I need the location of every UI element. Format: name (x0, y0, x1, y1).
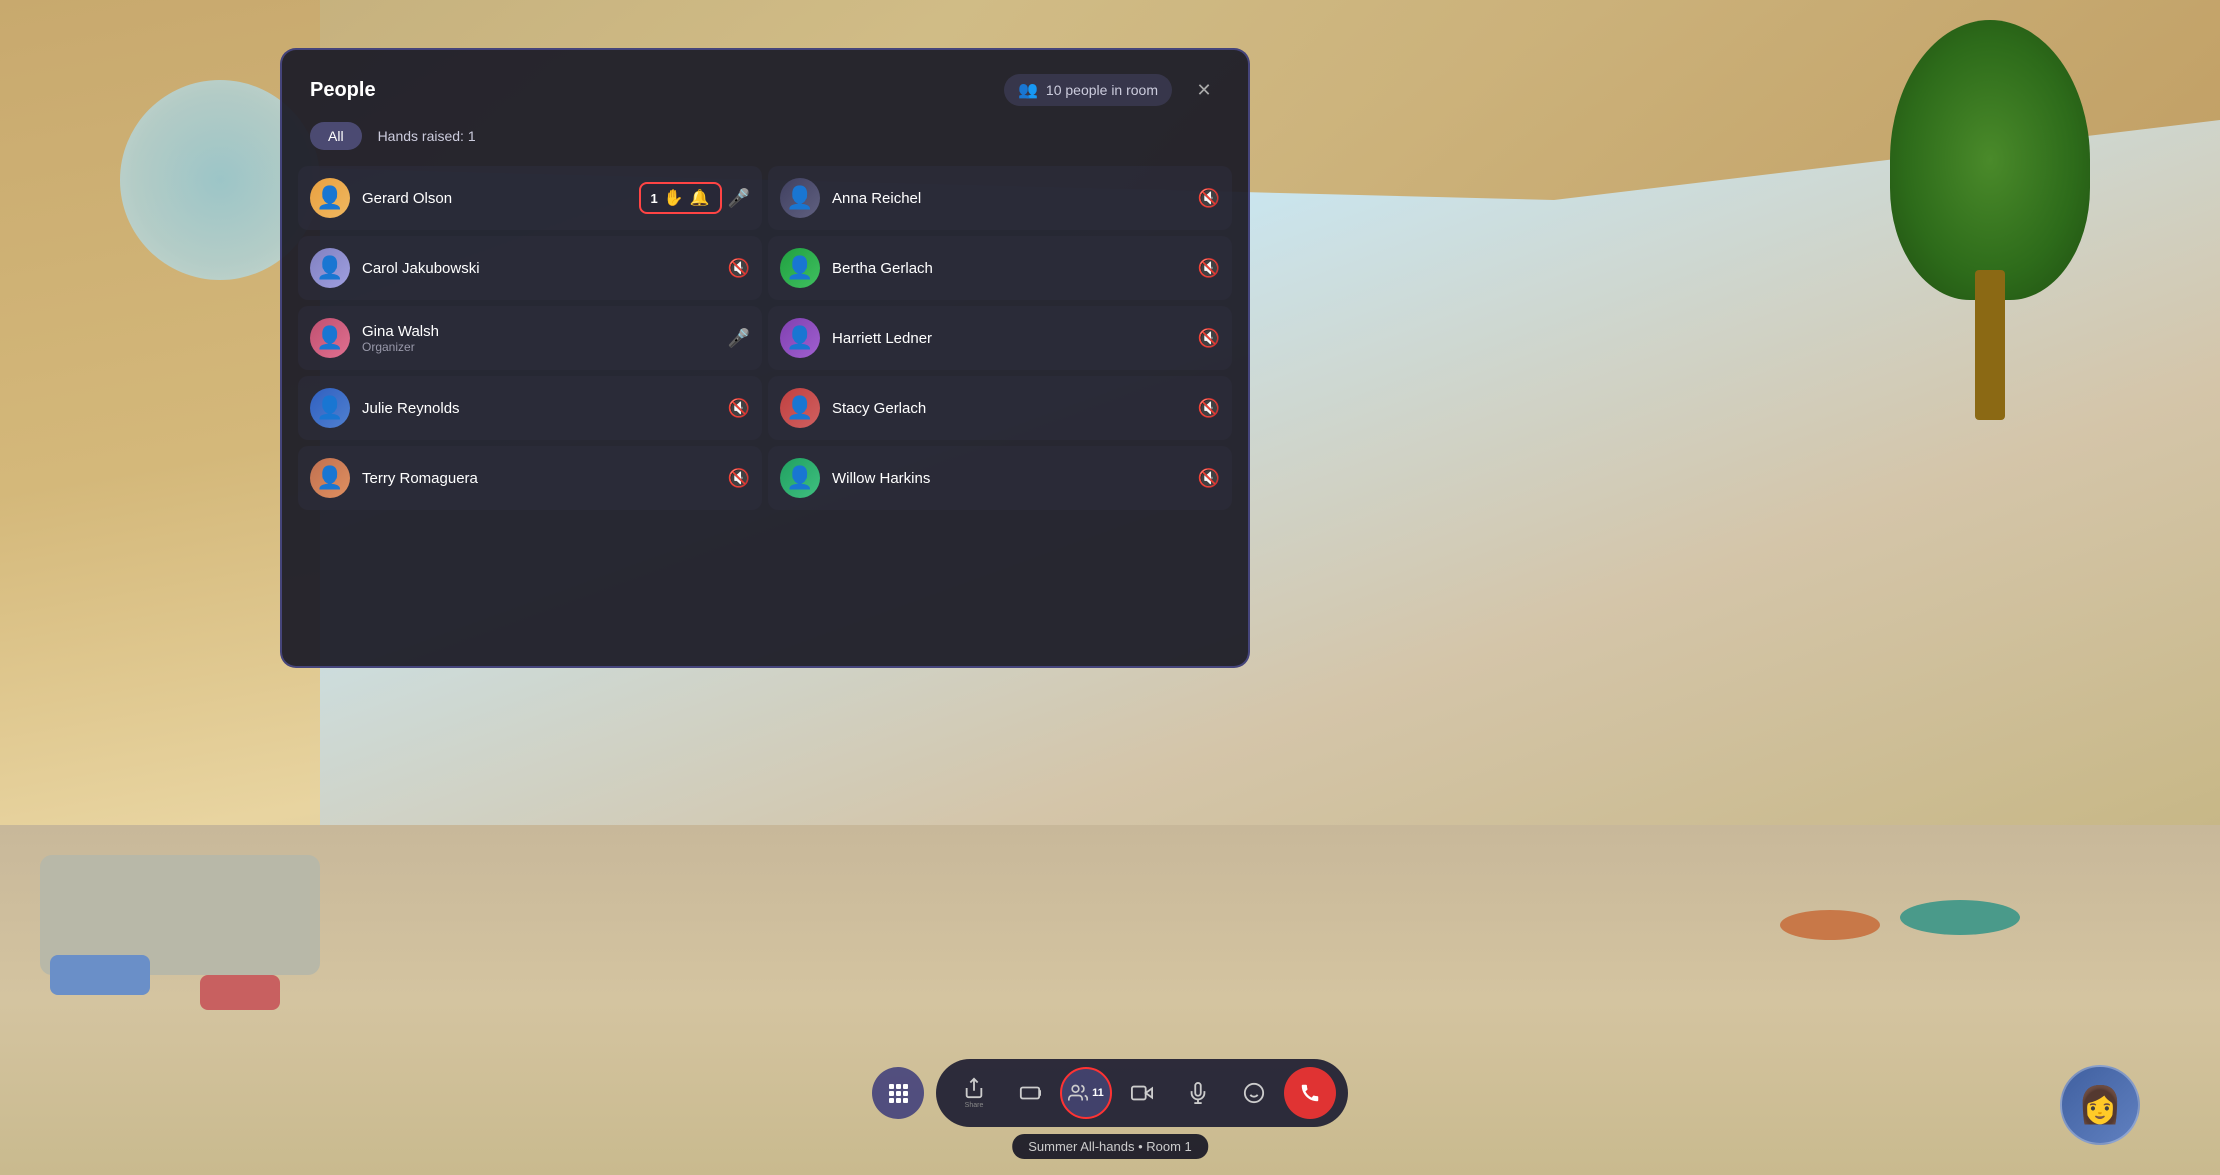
mic-off-icon-willow: 🔇 (1198, 468, 1220, 489)
person-name-gina: Gina Walsh (362, 323, 716, 340)
people-panel: People 👥 10 people in room ✕ All Hands r… (280, 48, 1250, 668)
avatar-gerard: 👤 (310, 178, 350, 218)
person-name-stacy: Stacy Gerlach (832, 400, 1186, 417)
person-name-gerard: Gerard Olson (362, 190, 627, 207)
mic-on-icon-gina: 🎤 (728, 328, 750, 349)
mic-off-icon-harriett: 🔇 (1198, 328, 1220, 349)
avatar-stacy: 👤 (780, 388, 820, 428)
bg-tree (1880, 20, 2100, 420)
hand-raised-box-gerard: 1 ✋ 🔔 (639, 182, 722, 214)
share-label: Share (965, 1102, 984, 1109)
react-button[interactable] (1228, 1067, 1280, 1119)
mic-off-icon-carol: 🔇 (728, 258, 750, 279)
person-info-stacy: Stacy Gerlach (832, 400, 1186, 417)
panel-header: People 👥 10 people in room ✕ (282, 50, 1248, 122)
person-row-willow[interactable]: 👤 Willow Harkins 🔇 (768, 446, 1232, 510)
avatar-julie: 👤 (310, 388, 350, 428)
panel-header-right: 👥 10 people in room ✕ (1004, 74, 1220, 106)
person-row-carol[interactable]: 👤 Carol Jakubowski 🔇 (298, 236, 762, 300)
apps-button[interactable] (872, 1067, 924, 1119)
person-info-harriett: Harriett Ledner (832, 330, 1186, 347)
bg-cushion-teal (1900, 900, 2020, 935)
status-bar: Summer All-hands • Room 1 (1012, 1134, 1208, 1159)
person-info-willow: Willow Harkins (832, 470, 1186, 487)
person-actions-julie: 🔇 (728, 398, 750, 419)
bg-tree-crown (1890, 20, 2090, 300)
tab-hands-raised[interactable]: Hands raised: 1 (374, 122, 480, 150)
tab-all[interactable]: All (310, 122, 362, 150)
person-info-bertha: Bertha Gerlach (832, 260, 1186, 277)
person-actions-terry: 🔇 (728, 468, 750, 489)
mic-off-icon-bertha: 🔇 (1198, 258, 1220, 279)
mic-off-icon-anna: 🔇 (1198, 188, 1220, 209)
person-row-terry[interactable]: 👤 Terry Romaguera 🔇 (298, 446, 762, 510)
people-list: 👤 Gerard Olson 1 ✋ 🔔 🎤 👤 Anna Reichel (282, 166, 1248, 666)
person-actions-gina: 🎤 (728, 328, 750, 349)
bell-icon: 🔔 (690, 188, 710, 208)
person-info-julie: Julie Reynolds (362, 400, 716, 417)
person-actions-anna: 🔇 (1198, 188, 1220, 209)
person-name-willow: Willow Harkins (832, 470, 1186, 487)
toolbar: Share 11 (872, 1059, 1348, 1127)
person-info-carol: Carol Jakubowski (362, 260, 716, 277)
people-group-icon: 👥 (1018, 80, 1038, 100)
person-info-gerard: Gerard Olson (362, 190, 627, 207)
person-actions-bertha: 🔇 (1198, 258, 1220, 279)
person-actions-gerard: 1 ✋ 🔔 🎤 (639, 182, 751, 214)
person-row-julie[interactable]: 👤 Julie Reynolds 🔇 (298, 376, 762, 440)
person-row-stacy[interactable]: 👤 Stacy Gerlach 🔇 (768, 376, 1232, 440)
mic-off-icon-terry: 🔇 (728, 468, 750, 489)
person-row-bertha[interactable]: 👤 Bertha Gerlach 🔇 (768, 236, 1232, 300)
people-count-toolbar: 11 (1092, 1087, 1104, 1099)
avatar-gina: 👤 (310, 318, 350, 358)
person-row-gina[interactable]: 👤 Gina Walsh Organizer 🎤 (298, 306, 762, 370)
person-row-gerard[interactable]: 👤 Gerard Olson 1 ✋ 🔔 🎤 (298, 166, 762, 230)
person-actions-willow: 🔇 (1198, 468, 1220, 489)
person-info-terry: Terry Romaguera (362, 470, 716, 487)
mic-on-icon-gerard: 🎤 (728, 188, 750, 209)
person-actions-stacy: 🔇 (1198, 398, 1220, 419)
side-user-avatar: 👩 (2060, 1065, 2140, 1145)
person-name-terry: Terry Romaguera (362, 470, 716, 487)
avatar-bertha: 👤 (780, 248, 820, 288)
person-actions-harriett: 🔇 (1198, 328, 1220, 349)
person-name-bertha: Bertha Gerlach (832, 260, 1186, 277)
bg-tree-trunk (1975, 270, 2005, 420)
bg-pillow-blue (50, 955, 150, 995)
panel-title: People (310, 79, 376, 102)
person-name-anna: Anna Reichel (832, 190, 1186, 207)
mic-off-icon-julie: 🔇 (728, 398, 750, 419)
person-name-carol: Carol Jakubowski (362, 260, 716, 277)
people-count-text: 10 people in room (1046, 82, 1158, 98)
bg-cushion-orange (1780, 910, 1880, 940)
avatar-carol: 👤 (310, 248, 350, 288)
filter-tabs: All Hands raised: 1 (282, 122, 1248, 166)
bg-pillow-red (200, 975, 280, 1010)
toolbar-main: Share 11 (936, 1059, 1348, 1127)
person-name-harriett: Harriett Ledner (832, 330, 1186, 347)
people-button[interactable]: 11 (1060, 1067, 1112, 1119)
status-text: Summer All-hands • Room 1 (1028, 1139, 1192, 1154)
person-row-anna[interactable]: 👤 Anna Reichel 🔇 (768, 166, 1232, 230)
avatar-harriett: 👤 (780, 318, 820, 358)
avatar-anna: 👤 (780, 178, 820, 218)
share-button[interactable]: Share (948, 1067, 1000, 1119)
person-name-julie: Julie Reynolds (362, 400, 716, 417)
avatar-willow: 👤 (780, 458, 820, 498)
mic-button[interactable] (1172, 1067, 1224, 1119)
avatar-terry: 👤 (310, 458, 350, 498)
mic-off-icon-stacy: 🔇 (1198, 398, 1220, 419)
person-actions-carol: 🔇 (728, 258, 750, 279)
person-info-anna: Anna Reichel (832, 190, 1186, 207)
person-info-gina: Gina Walsh Organizer (362, 323, 716, 354)
people-count-badge: 👥 10 people in room (1004, 74, 1172, 106)
rooms-button[interactable] (1004, 1067, 1056, 1119)
close-button[interactable]: ✕ (1188, 74, 1220, 106)
end-call-button[interactable] (1284, 1067, 1336, 1119)
camera-button[interactable] (1116, 1067, 1168, 1119)
person-row-harriett[interactable]: 👤 Harriett Ledner 🔇 (768, 306, 1232, 370)
hand-emoji-icon: ✋ (664, 188, 684, 208)
person-role-gina: Organizer (362, 340, 716, 354)
hand-count-gerard: 1 (651, 191, 658, 206)
